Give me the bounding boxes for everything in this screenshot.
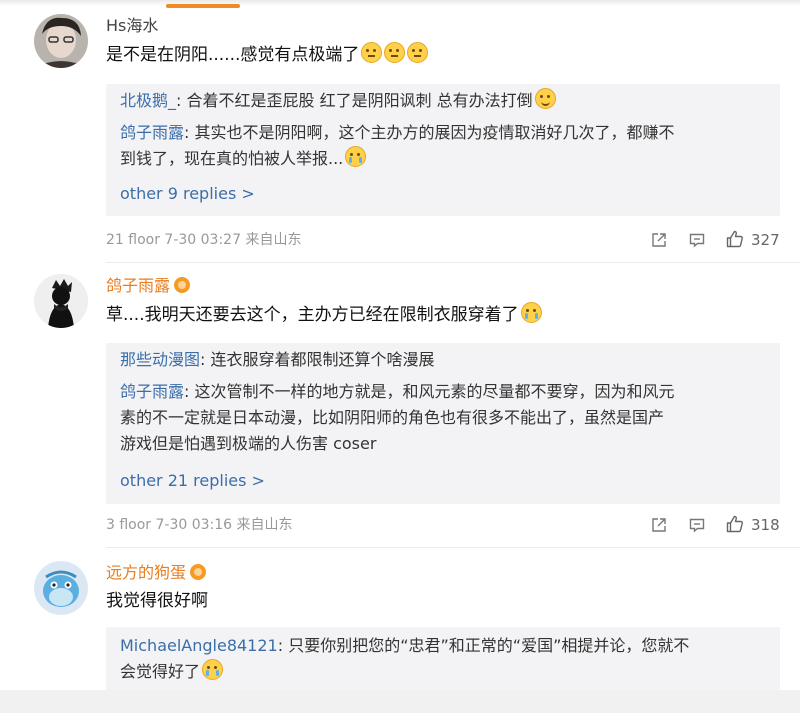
reply-username[interactable]: MichaelAngle84121	[120, 636, 278, 655]
reply: 那些动漫图: 连衣服穿着都限制还算个啥漫展	[120, 350, 435, 369]
crying-emoji-icon	[345, 146, 367, 167]
share-icon[interactable]	[651, 517, 667, 533]
reply: 鸽子雨露: 其实也不是阴阳啊，这个主办方的展因为疫情取消好几次了，都赚不 到钱了，…	[120, 123, 675, 168]
replies-box: 那些动漫图: 连衣服穿着都限制还算个啥漫展 鸽子雨露: 这次管制不一样的地方就是…	[106, 343, 780, 504]
comment-text: 是不是在阴阳......感觉有点极端了	[106, 42, 429, 67]
floor-time-location: 3 floor 7-30 03:16 来自山东	[106, 517, 293, 533]
more-replies-link[interactable]: other 21 replies >	[120, 470, 265, 492]
comment-text: 草....我明天还要去这个，主办方已经在限制衣服穿着了	[106, 302, 542, 327]
more-replies-link[interactable]: other 9 replies >	[120, 183, 255, 205]
thumbs-up-icon[interactable]	[726, 230, 744, 248]
reply: 北极鹅_: 合着不红是歪屁股 红了是阴阳讽刺 总有办法打倒	[120, 88, 770, 114]
username[interactable]: Hs海水	[106, 16, 158, 36]
replies-box: MichaelAngle84121: 只要你别把您的“忠君”和正常的“爱国”相提…	[106, 627, 780, 690]
reply: MichaelAngle84121: 只要你别把您的“忠君”和正常的“爱国”相提…	[120, 636, 690, 681]
reply: 鸽子雨露: 这次管制不一样的地方就是，和风元素的尽量都不要穿，因为和风元 素的不一…	[120, 382, 675, 453]
vip-badge-icon	[174, 276, 191, 293]
top-shadow	[0, 0, 800, 6]
bottom-bar	[0, 690, 800, 713]
avatar[interactable]	[34, 561, 88, 615]
replies-box: 北极鹅_: 合着不红是歪屁股 红了是阴阳讽刺 总有办法打倒 鸽子雨露: 其实也不…	[106, 84, 780, 216]
reply-username[interactable]: 北极鹅_	[120, 91, 176, 110]
vip-badge-icon	[190, 563, 207, 580]
smile-emoji-icon	[534, 88, 556, 109]
avatar[interactable]	[34, 14, 88, 68]
comment-meta: 21 floor 7-30 03:27 来自山东 327	[106, 229, 786, 251]
like-count: 327	[751, 231, 780, 249]
floor-time-location: 21 floor 7-30 03:27 来自山东	[106, 232, 302, 248]
divider	[106, 547, 800, 548]
thinking-emoji-icon	[407, 42, 429, 63]
comment-meta: 3 floor 7-30 03:16 来自山东 318	[106, 514, 786, 536]
reply-username[interactable]: 那些动漫图	[120, 350, 200, 369]
fearful-emoji-icon	[202, 659, 224, 680]
reply-username[interactable]: 鸽子雨露	[120, 382, 184, 401]
thinking-emoji-icon	[384, 42, 406, 63]
like-count: 318	[751, 516, 780, 534]
active-tab-indicator	[166, 4, 240, 8]
divider	[106, 262, 800, 263]
share-icon[interactable]	[651, 232, 667, 248]
crying-emoji-icon	[520, 302, 542, 323]
comment-text: 我觉得很好啊	[106, 591, 208, 611]
comment-icon[interactable]	[689, 232, 705, 248]
thumbs-up-icon[interactable]	[726, 515, 744, 533]
username[interactable]: 远方的狗蛋	[106, 563, 207, 583]
username[interactable]: 鸽子雨露	[106, 276, 191, 296]
avatar[interactable]	[34, 274, 88, 328]
reply-username[interactable]: 鸽子雨露	[120, 123, 184, 142]
thinking-emoji-icon	[361, 42, 383, 63]
comment-icon[interactable]	[689, 517, 705, 533]
